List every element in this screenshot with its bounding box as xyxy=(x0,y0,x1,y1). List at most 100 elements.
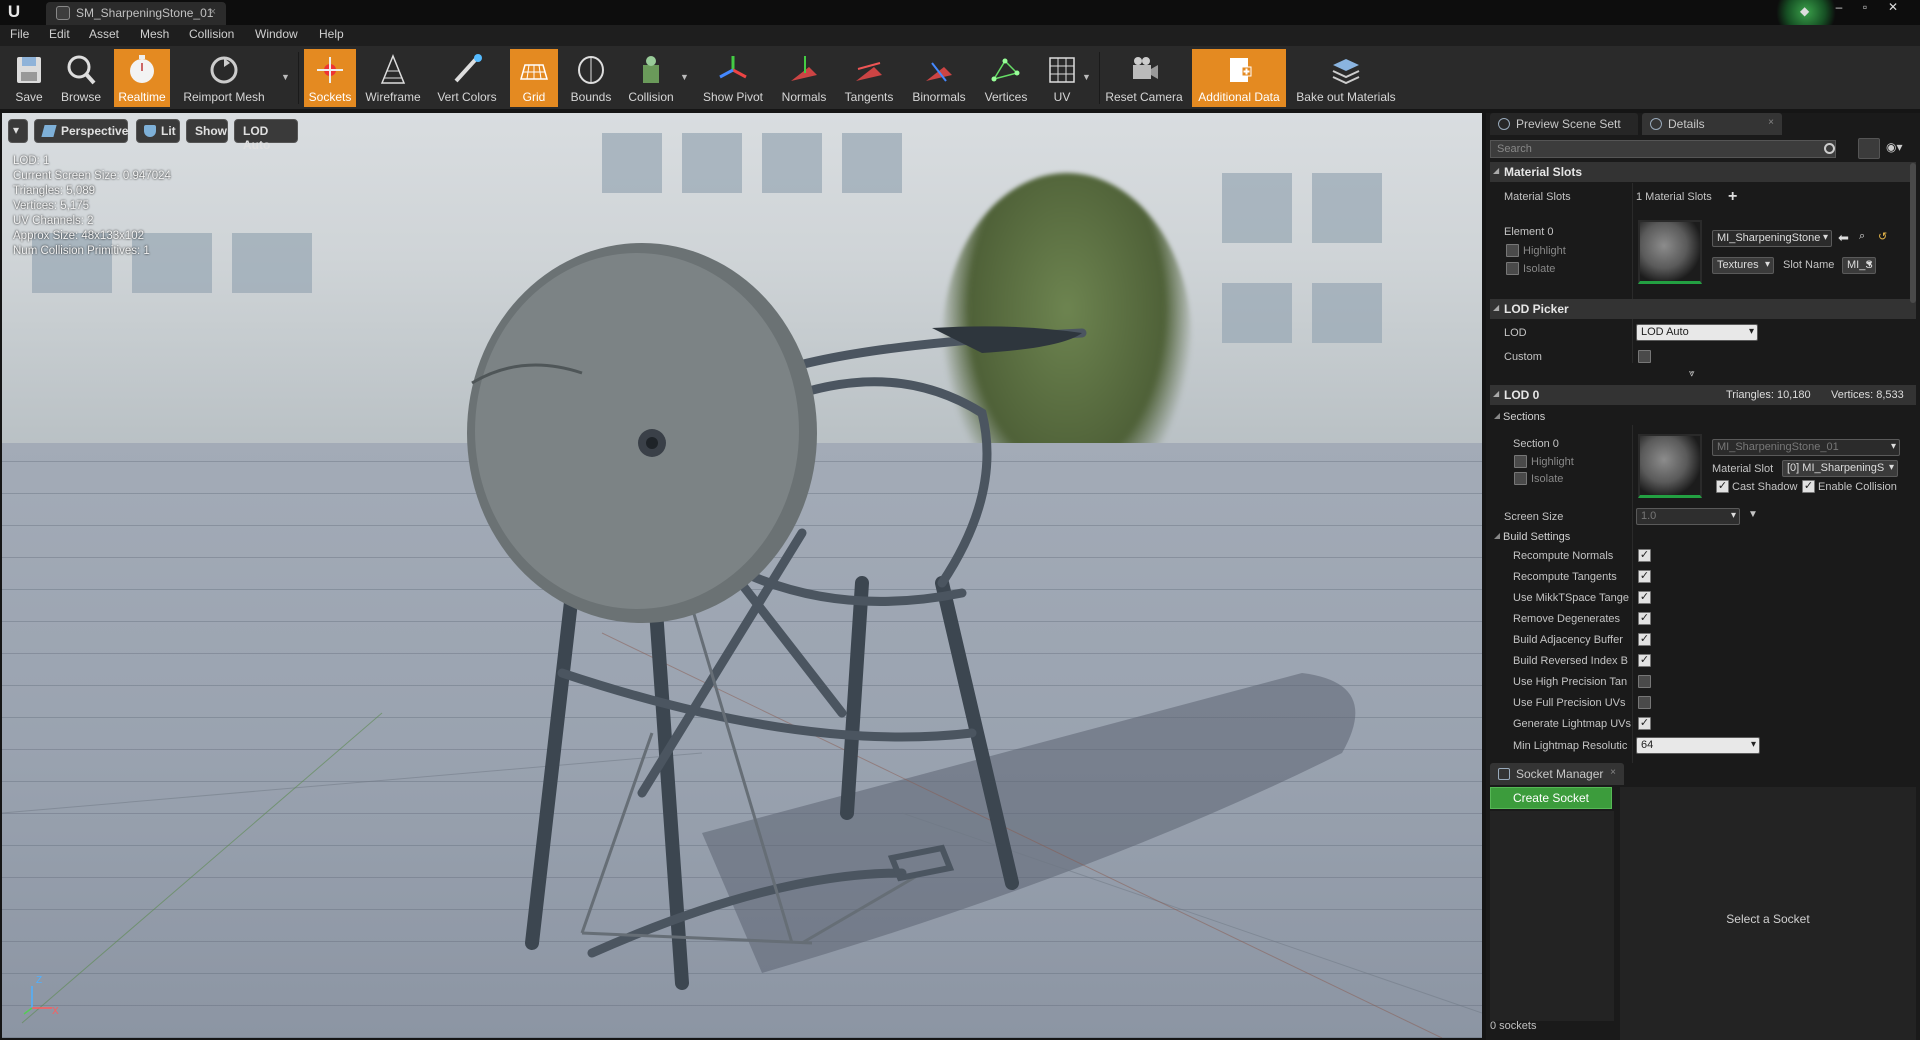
build-settings-label[interactable]: Build Settings xyxy=(1503,531,1570,543)
chevron-down-icon[interactable]: ▼ xyxy=(1082,72,1091,82)
socket-list[interactable] xyxy=(1490,811,1614,1021)
use-selected-arrow-icon[interactable]: ⬅ xyxy=(1838,230,1849,246)
browse-search-icon[interactable]: ⌕ xyxy=(1859,230,1865,243)
details-search-input[interactable]: Search xyxy=(1490,140,1836,158)
section-material-combo[interactable]: MI_SharpeningStone_01 xyxy=(1712,439,1900,456)
element-isolate-label: Isolate xyxy=(1523,263,1556,275)
reversed-index-checkbox[interactable]: ✓ xyxy=(1638,654,1651,667)
vertices-button[interactable]: Vertices xyxy=(976,49,1036,107)
mesh-viewport[interactable]: ▾ Perspective Lit Show LOD Auto LOD: 1 C… xyxy=(2,113,1482,1038)
remove-degenerates-checkbox[interactable]: ✓ xyxy=(1638,612,1651,625)
bake-out-materials-button[interactable]: Bake out Materials xyxy=(1292,49,1400,107)
browse-button[interactable]: Browse xyxy=(56,49,106,107)
realtime-button[interactable]: Realtime xyxy=(114,49,170,107)
menu-window[interactable]: Window xyxy=(255,27,298,41)
additional-data-button[interactable]: Additional Data xyxy=(1192,49,1286,107)
slot-name-input[interactable]: MI_S xyxy=(1842,257,1876,274)
section-isolate-checkbox[interactable]: ✓ xyxy=(1514,472,1527,485)
normals-button[interactable]: Normals xyxy=(774,49,834,107)
list-view-button[interactable] xyxy=(1858,138,1880,159)
recompute-normals-checkbox[interactable]: ✓ xyxy=(1638,549,1651,562)
grid-button[interactable]: Grid xyxy=(510,49,558,107)
build-settings-expand-icon[interactable]: ◢ xyxy=(1494,531,1500,540)
perspective-button[interactable]: Perspective xyxy=(34,119,128,143)
generate-lightmap-uvs-checkbox[interactable]: ✓ xyxy=(1638,717,1651,730)
reimport-mesh-button[interactable]: Reimport Mesh xyxy=(178,49,270,107)
expand-chevron-icon[interactable]: ⩔ xyxy=(1689,368,1695,379)
collision-button[interactable]: Collision xyxy=(622,49,680,107)
section-highlight-checkbox[interactable]: ✓ xyxy=(1514,455,1527,468)
show-pivot-button[interactable]: Show Pivot xyxy=(694,49,772,107)
adjacency-buffer-label: Build Adjacency Buffer xyxy=(1513,634,1623,646)
menu-asset[interactable]: Asset xyxy=(89,27,119,41)
adjacency-buffer-checkbox[interactable]: ✓ xyxy=(1638,633,1651,646)
wireframe-button[interactable]: Wireframe xyxy=(362,49,424,107)
tab-socket-manager[interactable]: Socket Manager × xyxy=(1490,763,1624,785)
high-precision-tangents-checkbox[interactable]: ✓ xyxy=(1638,675,1651,688)
tab-details[interactable]: Details × xyxy=(1642,113,1782,135)
menu-help[interactable]: Help xyxy=(319,27,344,41)
lit-button[interactable]: Lit xyxy=(136,119,180,143)
vert-colors-button[interactable]: Vert Colors xyxy=(432,49,502,107)
reset-arrow-icon[interactable]: ↺ xyxy=(1878,230,1887,243)
element-highlight-checkbox[interactable]: ✓ xyxy=(1506,244,1519,257)
section-material-thumbnail[interactable] xyxy=(1638,434,1702,498)
asset-tab[interactable]: SM_SharpeningStone_01 × xyxy=(46,2,226,25)
sections-label[interactable]: Sections xyxy=(1503,411,1545,423)
sockets-button[interactable]: Sockets xyxy=(304,49,356,107)
custom-lod-checkbox[interactable]: ✓ xyxy=(1638,350,1651,363)
details-scrollbar[interactable] xyxy=(1910,163,1916,303)
material-slots-header[interactable]: Material Slots xyxy=(1490,162,1916,182)
save-button[interactable]: Save xyxy=(4,49,54,107)
menu-collision[interactable]: Collision xyxy=(189,27,234,41)
cast-shadow-checkbox[interactable]: ✓ xyxy=(1716,480,1729,493)
min-lightmap-resolution-input[interactable]: 64 xyxy=(1636,737,1760,754)
tab-preview-scene-settings[interactable]: Preview Scene Sett xyxy=(1490,113,1638,135)
material-combo[interactable]: MI_SharpeningStone xyxy=(1712,230,1832,247)
minimize-button[interactable]: – xyxy=(1826,0,1852,16)
menu-edit[interactable]: Edit xyxy=(49,27,70,41)
uv-button[interactable]: UV xyxy=(1040,49,1084,107)
enable-collision-checkbox[interactable]: ✓ xyxy=(1802,480,1815,493)
screen-size-input[interactable]: 1.0 xyxy=(1636,508,1740,525)
source-control-icon[interactable]: ◆ xyxy=(1800,4,1809,18)
menu-file[interactable]: File xyxy=(10,27,29,41)
chevron-down-icon[interactable]: ▼ xyxy=(680,72,689,82)
mikktspace-checkbox[interactable]: ✓ xyxy=(1638,591,1651,604)
add-material-slot-button[interactable]: + xyxy=(1728,188,1737,206)
lod-dropdown[interactable]: LOD Auto xyxy=(1636,324,1758,341)
viewport-menu-button[interactable]: ▾ xyxy=(8,119,28,143)
element-isolate-checkbox[interactable]: ✓ xyxy=(1506,262,1519,275)
close-icon[interactable]: × xyxy=(1610,767,1616,778)
reset-camera-button[interactable]: Reset Camera xyxy=(1104,49,1184,107)
eye-icon[interactable]: ◉▾ xyxy=(1886,140,1916,158)
browse-icon xyxy=(67,55,96,85)
close-icon[interactable]: × xyxy=(1768,117,1774,128)
title-bar: U SM_SharpeningStone_01 × ◆ – ▫ ✕ xyxy=(0,0,1920,42)
lod-auto-button[interactable]: LOD Auto xyxy=(234,119,298,152)
material-thumbnail[interactable] xyxy=(1638,220,1702,284)
enable-collision-label: Enable Collision xyxy=(1818,481,1897,493)
full-precision-uvs-checkbox[interactable]: ✓ xyxy=(1638,696,1651,709)
material-slot-dropdown[interactable]: [0] MI_SharpeningS xyxy=(1782,460,1898,477)
binormals-button[interactable]: Binormals xyxy=(904,49,974,107)
chevron-down-icon[interactable]: ▼ xyxy=(1748,509,1758,520)
close-window-button[interactable]: ✕ xyxy=(1880,0,1906,16)
binormals-icon xyxy=(926,62,952,82)
maximize-button[interactable]: ▫ xyxy=(1852,0,1878,16)
chevron-down-icon[interactable]: ▼ xyxy=(281,72,290,82)
recompute-tangents-checkbox[interactable]: ✓ xyxy=(1638,570,1651,583)
bounds-button[interactable]: Bounds xyxy=(564,49,618,107)
min-lightmap-resolution-label: Min Lightmap Resolutic xyxy=(1513,740,1628,752)
show-button[interactable]: Show xyxy=(186,119,228,143)
stat-screen-size: Current Screen Size: 0.947024 xyxy=(13,170,171,182)
sections-expand-icon[interactable]: ◢ xyxy=(1494,411,1500,420)
recompute-tangents-label: Recompute Tangents xyxy=(1513,571,1617,583)
tangents-button[interactable]: Tangents xyxy=(836,49,902,107)
lod-picker-header[interactable]: LOD Picker xyxy=(1490,299,1916,319)
create-socket-button[interactable]: Create Socket xyxy=(1490,787,1612,809)
close-icon[interactable]: × xyxy=(210,6,216,18)
textures-dropdown[interactable]: Textures xyxy=(1712,257,1774,274)
menu-mesh[interactable]: Mesh xyxy=(140,27,169,41)
section-0-label: Section 0 xyxy=(1513,438,1559,450)
